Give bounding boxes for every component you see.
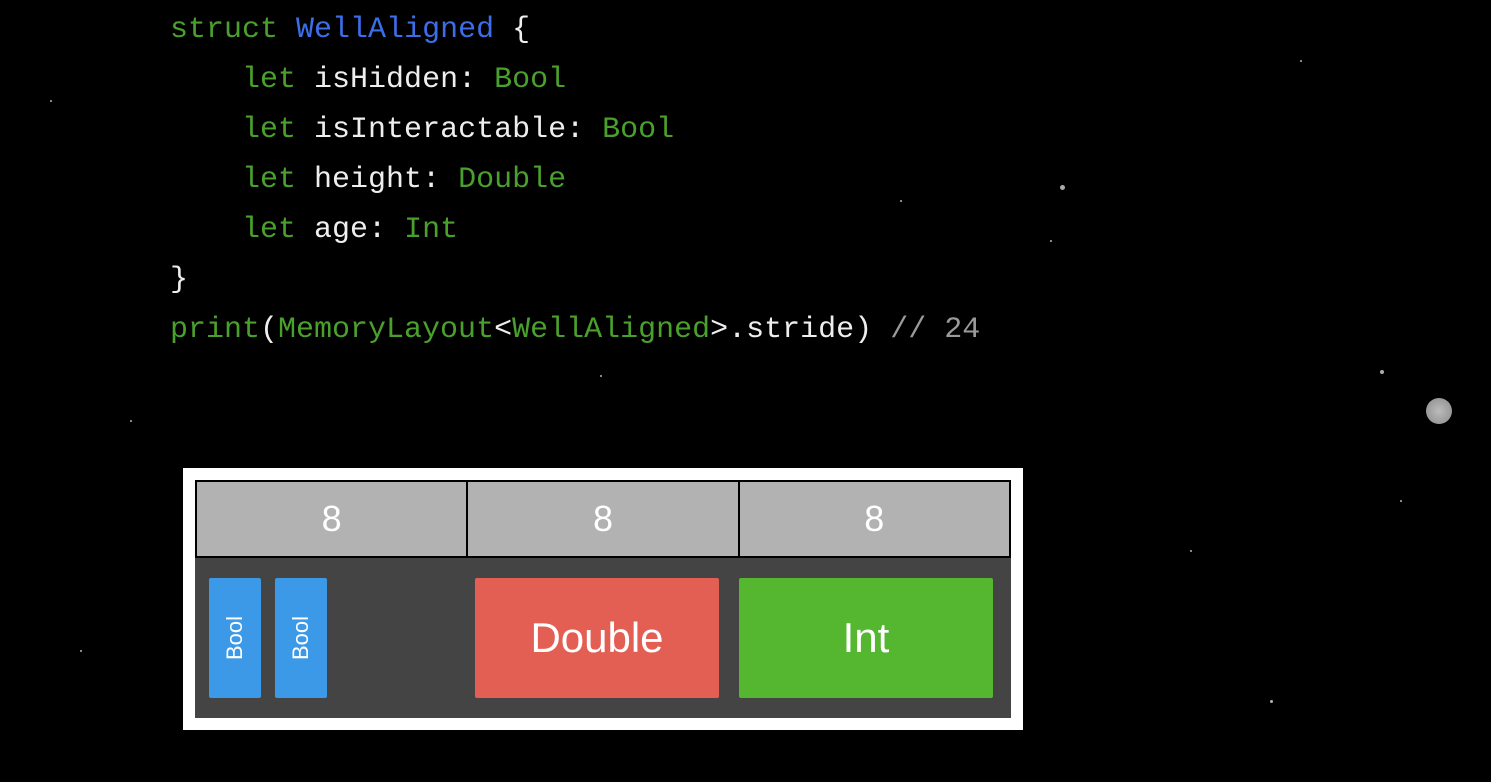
field-type: Double: [458, 163, 566, 197]
field-name: age: [314, 213, 368, 247]
code-block: struct WellAligned { let isHidden: Bool …: [170, 5, 980, 355]
keyword-struct: struct: [170, 13, 278, 47]
field-name: isHidden: [314, 63, 458, 97]
star: [1270, 700, 1273, 703]
ruler-cell: 8: [740, 480, 1011, 556]
star: [1060, 185, 1065, 190]
star: [1300, 60, 1302, 62]
field-type: Bool: [602, 113, 674, 147]
keyword-let: let: [242, 113, 296, 147]
keyword-let: let: [242, 63, 296, 97]
star: [1050, 240, 1052, 242]
star: [80, 650, 82, 652]
block-bool: Bool: [275, 578, 327, 698]
ruler-cell: 8: [195, 480, 468, 556]
block-int: Int: [739, 578, 993, 698]
star: [50, 100, 52, 102]
generic-type: WellAligned: [512, 313, 710, 347]
ruler-cell: 8: [468, 480, 739, 556]
byte-ruler: 8 8 8: [195, 480, 1011, 558]
star: [1380, 370, 1384, 374]
star: [600, 375, 602, 377]
memory-layout: MemoryLayout: [278, 313, 494, 347]
field-name: isInteractable: [314, 113, 566, 147]
star: [1400, 500, 1402, 502]
star: [1190, 550, 1192, 552]
block-double: Double: [475, 578, 719, 698]
keyword-let: let: [242, 163, 296, 197]
brace-close: }: [170, 263, 188, 297]
star: [130, 420, 132, 422]
block-bool: Bool: [209, 578, 261, 698]
struct-name: WellAligned: [296, 13, 494, 47]
field-type: Bool: [494, 63, 566, 97]
memory-blocks: Bool Bool Double Int: [195, 558, 1011, 718]
star-large: [1426, 398, 1452, 424]
field-name: height: [314, 163, 422, 197]
memory-diagram: 8 8 8 Bool Bool Double Int: [183, 468, 1023, 730]
stride-prop: .stride: [728, 313, 854, 347]
func-print: print: [170, 313, 260, 347]
field-type: Int: [404, 213, 458, 247]
brace-open: {: [494, 13, 530, 47]
comment: // 24: [872, 313, 980, 347]
keyword-let: let: [242, 213, 296, 247]
